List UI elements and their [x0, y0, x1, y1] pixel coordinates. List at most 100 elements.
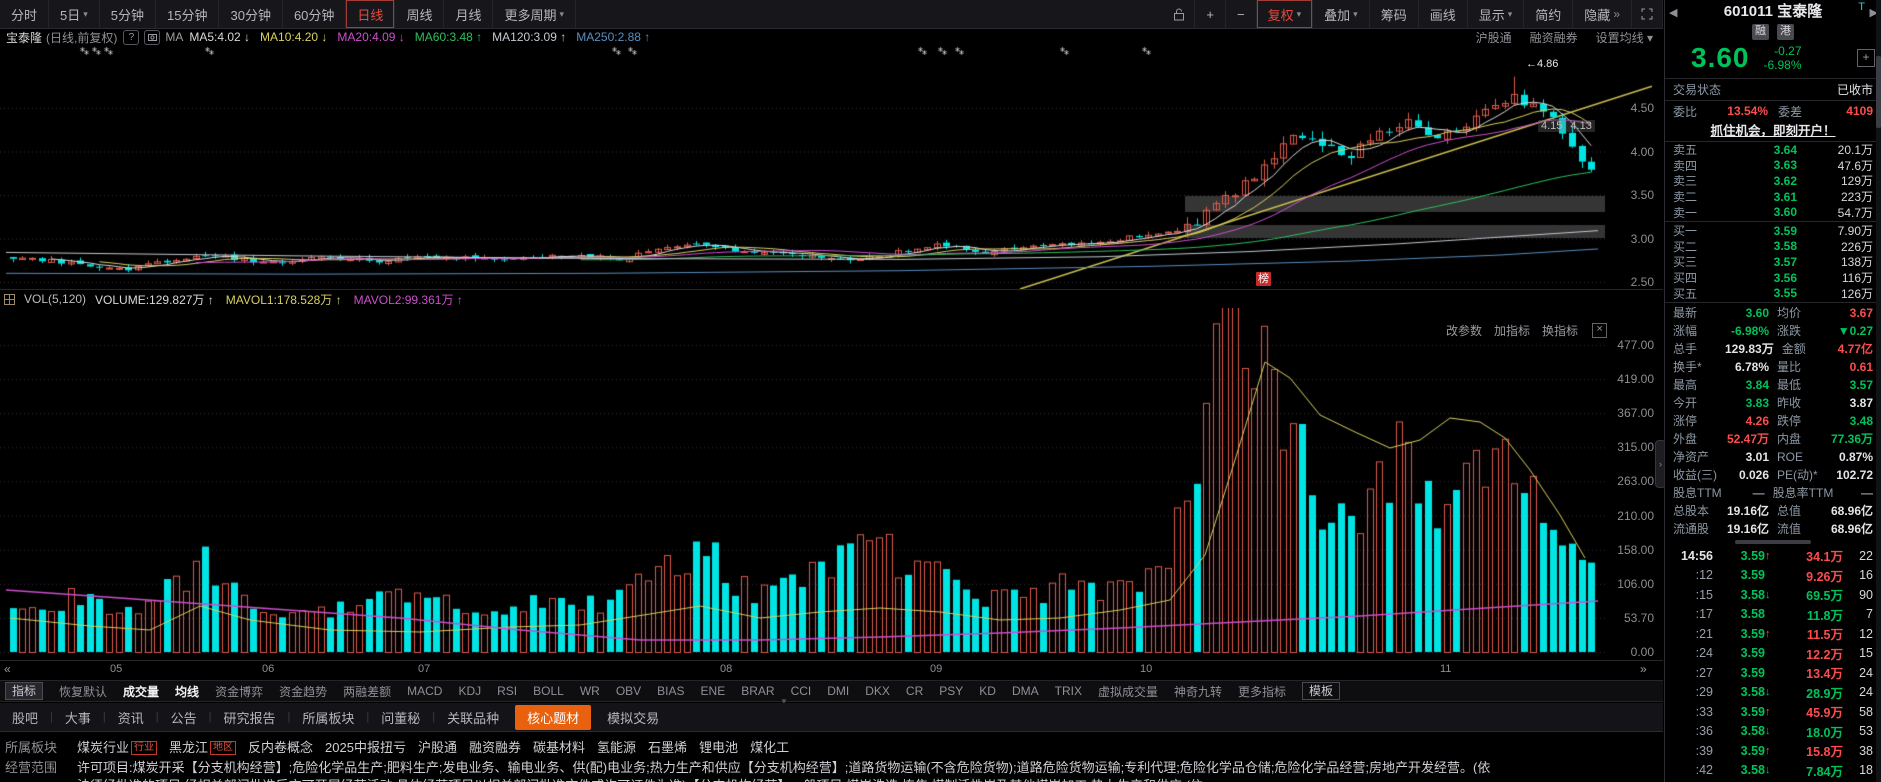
- tool-button[interactable]: 叠加 ▾: [1313, 0, 1370, 28]
- period-tab[interactable]: 30分钟: [219, 0, 283, 28]
- indicator-tab[interactable]: 均线: [175, 683, 199, 700]
- pane-tool-link[interactable]: 换指标: [1542, 322, 1578, 339]
- sector-item[interactable]: 2025中报扭亏: [325, 740, 406, 755]
- indicator-tab[interactable]: 资金趋势: [279, 683, 327, 700]
- panel-scrollbar[interactable]: [1876, 0, 1881, 782]
- tick-row[interactable]: :24 3.59 12.2万 15: [1665, 643, 1881, 663]
- period-tab[interactable]: 5分钟: [100, 0, 157, 28]
- sector-item[interactable]: 石墨烯: [648, 740, 687, 755]
- tool-button[interactable]: 显示 ▾: [1468, 0, 1525, 28]
- info-tab[interactable]: 关联品种: [435, 705, 511, 730]
- indicator-tab[interactable]: DMA: [1012, 684, 1039, 698]
- tick-row[interactable]: :42 3.58 ↓ 7.84万 18: [1665, 760, 1881, 780]
- header-link[interactable]: 沪股通: [1476, 29, 1512, 46]
- period-tab[interactable]: 60分钟: [283, 0, 347, 28]
- indicator-tab[interactable]: 资金博弈: [215, 683, 263, 700]
- indicator-tab[interactable]: 成交量: [123, 683, 159, 700]
- rank-badge[interactable]: 榜: [1256, 272, 1271, 286]
- tool-button[interactable]: 隐藏»: [1573, 0, 1632, 28]
- indicator-tab[interactable]: KD: [979, 684, 996, 698]
- sell-row[interactable]: 卖三 3.62 129万: [1665, 173, 1881, 189]
- indicator-tab[interactable]: 恢复默认: [59, 683, 107, 700]
- buy-row[interactable]: 买一 3.59 7.90万: [1665, 223, 1881, 239]
- tick-list[interactable]: 14:56 3.59 ↑ 34.1万 22:12 3.59 9.26万 16:15 3.58 ↓ 6…: [1665, 546, 1881, 780]
- header-link[interactable]: 设置均线 ▾: [1596, 29, 1653, 46]
- drag-handle[interactable]: [1665, 538, 1881, 546]
- period-tab[interactable]: 更多周期 ▾: [493, 0, 577, 28]
- pane-tool-link[interactable]: 加指标: [1494, 322, 1530, 339]
- info-tab[interactable]: 研究报告: [212, 705, 288, 730]
- tick-row[interactable]: :36 3.58 ↓ 18.0万 53: [1665, 721, 1881, 741]
- indicator-tab[interactable]: 更多指标: [1238, 683, 1286, 700]
- buy-row[interactable]: 买四 3.56 116万: [1665, 270, 1881, 286]
- tool-button[interactable]: 简约: [1524, 0, 1574, 28]
- panel-scrollbar-thumb[interactable]: [1876, 56, 1881, 128]
- tick-row[interactable]: :33 3.59 ↑ 45.9万 58: [1665, 702, 1881, 722]
- prev-stock-icon[interactable]: ◀: [1669, 6, 1677, 19]
- tool-button[interactable]: 画线: [1419, 0, 1468, 28]
- sector-item[interactable]: 融资融券: [469, 740, 521, 755]
- info-tab[interactable]: 所属板块: [290, 705, 366, 730]
- sector-item[interactable]: 黑龙江 地区: [169, 740, 237, 755]
- indicator-tab[interactable]: 两融差额: [343, 683, 391, 700]
- period-tab[interactable]: 5日 ▾: [49, 0, 100, 28]
- indicator-tab[interactable]: OBV: [616, 684, 641, 698]
- expand-right-icon[interactable]: »: [1640, 662, 1647, 676]
- indicator-tab[interactable]: CR: [906, 684, 923, 698]
- tool-button[interactable]: 筹码: [1370, 0, 1419, 28]
- indicator-tab[interactable]: BRAR: [741, 684, 774, 698]
- sell-row[interactable]: 卖一 3.60 54.7万: [1665, 204, 1881, 220]
- open-account-link[interactable]: 抓住机会，即刻开户！: [1710, 124, 1835, 138]
- close-pane-icon[interactable]: ×: [1592, 323, 1608, 338]
- collapse-left-icon[interactable]: «: [4, 662, 11, 676]
- period-tab[interactable]: 周线: [395, 0, 445, 28]
- info-tab[interactable]: 公告: [159, 705, 209, 730]
- grid-icon[interactable]: [4, 293, 15, 305]
- buy-row[interactable]: 买二 3.58 226万: [1665, 239, 1881, 255]
- indicator-tab[interactable]: 模板: [1302, 682, 1341, 700]
- indicator-tab[interactable]: DMI: [827, 684, 849, 698]
- sell-row[interactable]: 卖二 3.61 223万: [1665, 189, 1881, 205]
- buy-row[interactable]: 买五 3.55 126万: [1665, 285, 1881, 301]
- tick-row[interactable]: :17 3.58 11.8万 7: [1665, 604, 1881, 624]
- indicator-tab[interactable]: RSI: [497, 684, 517, 698]
- sector-item[interactable]: 反内卷概念: [248, 740, 313, 755]
- period-tab[interactable]: 日线: [346, 0, 396, 28]
- sector-item[interactable]: 锂电池: [699, 740, 738, 755]
- sector-item[interactable]: 煤化工: [750, 740, 789, 755]
- period-tab[interactable]: 月线: [444, 0, 494, 28]
- sector-item[interactable]: 沪股通: [418, 740, 457, 755]
- tool-button[interactable]: 复权 ▾: [1257, 0, 1314, 28]
- info-tab[interactable]: 核心题材: [515, 704, 592, 730]
- add-watchlist-icon[interactable]: +: [1857, 49, 1875, 67]
- indicator-tab[interactable]: CCI: [791, 684, 812, 698]
- indicator-tab[interactable]: 神奇九转: [1174, 683, 1222, 700]
- fullscreen-icon[interactable]: [1632, 0, 1663, 28]
- main-candlestick-chart[interactable]: [0, 45, 1663, 292]
- info-tab[interactable]: 问董秘: [369, 705, 432, 730]
- tick-row[interactable]: 14:56 3.59 ↑ 34.1万 22: [1665, 546, 1881, 566]
- tick-row[interactable]: :12 3.59 9.26万 16: [1665, 565, 1881, 585]
- sell-row[interactable]: 卖五 3.64 20.1万: [1665, 142, 1881, 158]
- period-tab[interactable]: 分时: [0, 0, 50, 28]
- sell-row[interactable]: 卖四 3.63 47.6万: [1665, 158, 1881, 174]
- tick-row[interactable]: :39 3.59 ↑ 15.8万 38: [1665, 741, 1881, 761]
- indicator-tab[interactable]: TRIX: [1055, 684, 1082, 698]
- period-tab[interactable]: 15分钟: [156, 0, 220, 28]
- indicator-tab[interactable]: BIAS: [657, 684, 684, 698]
- sector-item[interactable]: 煤炭行业 行业: [77, 740, 158, 755]
- camera-icon[interactable]: [144, 29, 161, 45]
- indicator-tab[interactable]: KDJ: [458, 684, 481, 698]
- indicator-tab[interactable]: DKX: [865, 684, 890, 698]
- sector-item[interactable]: 碳基材料: [533, 740, 585, 755]
- tick-row[interactable]: :29 3.58 ↓ 28.9万 24: [1665, 682, 1881, 702]
- tool-button[interactable]: +: [1195, 0, 1227, 28]
- info-tab[interactable]: 模拟交易: [595, 705, 671, 730]
- indicator-tab[interactable]: BOLL: [533, 684, 564, 698]
- indicator-tab[interactable]: PSY: [939, 684, 963, 698]
- indicator-tab[interactable]: 虚拟成交量: [1098, 683, 1158, 700]
- info-tab[interactable]: 大事: [53, 705, 103, 730]
- indicator-tab[interactable]: 指标: [5, 682, 44, 700]
- volume-chart[interactable]: [0, 308, 1663, 660]
- tick-row[interactable]: :27 3.59 13.4万 24: [1665, 663, 1881, 683]
